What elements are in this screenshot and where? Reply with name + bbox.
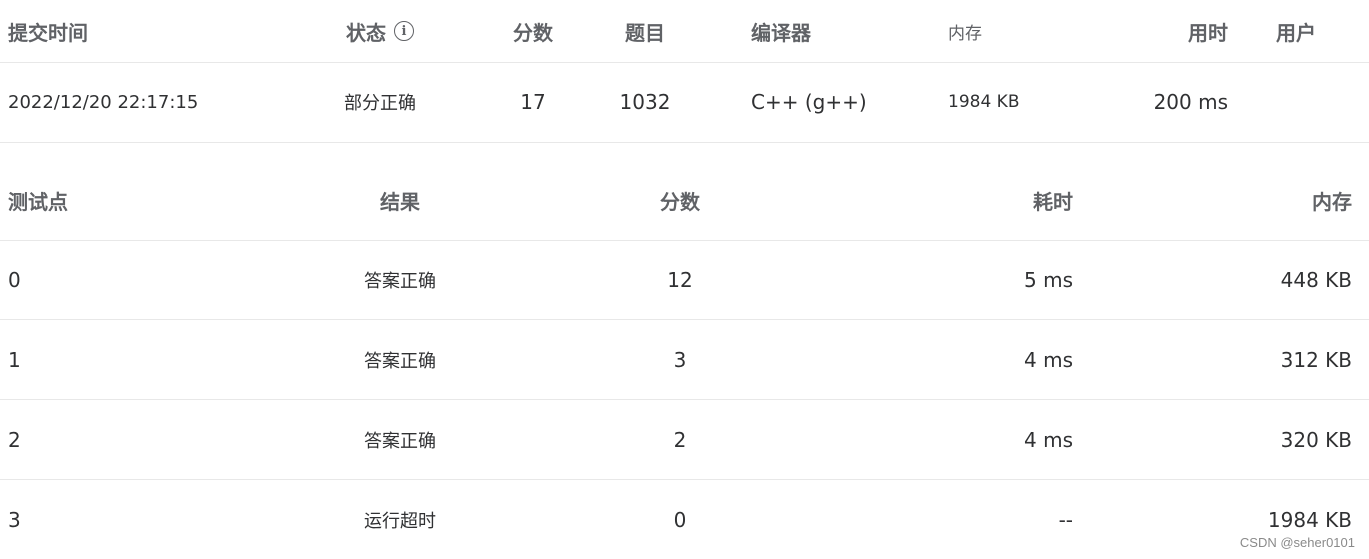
header-score: 分数 (513, 20, 553, 45)
header-time-used: 用时 (1188, 20, 1228, 45)
header-problem: 题目 (625, 20, 665, 45)
testcase-result: 答案正确 (364, 350, 436, 372)
testcase-result: 答案正确 (364, 270, 436, 292)
header-compiler: 编译器 (751, 20, 811, 45)
testcase-score: 2 (673, 427, 687, 452)
testcase-id: 1 (8, 347, 21, 372)
testcase-result: 答案正确 (364, 430, 436, 452)
header-status: 状态 i (300, 0, 460, 62)
status-badge: 部分正确 (344, 93, 416, 114)
submission-header-row: 提交时间 状态 i 分数 题目 编译器 内存 用时 用户 (0, 0, 1369, 63)
testcase-time: -- (1058, 507, 1073, 532)
watermark: CSDN @seher0101 (1239, 535, 1355, 550)
testcase-score: 12 (667, 267, 693, 292)
testcase-time: 5 ms (1024, 267, 1073, 292)
header-tc-memory: 内存 (1312, 190, 1352, 214)
time-used-value: 200 ms (1153, 90, 1228, 114)
memory-value: 1984 KB (948, 92, 1020, 112)
testcase-header-row: 测试点 结果 分数 耗时 内存 (0, 161, 1369, 241)
header-result: 结果 (380, 190, 420, 214)
compiler-value: C++ (g++) (751, 90, 867, 114)
testcase-time: 4 ms (1024, 427, 1073, 452)
header-memory: 内存 (948, 23, 982, 44)
testcase-memory: 312 KB (1280, 347, 1352, 372)
testcase-score: 0 (673, 507, 687, 532)
testcase-result: 运行超时 (364, 510, 436, 532)
header-status-label: 状态 (346, 20, 386, 45)
testcase-time: 4 ms (1024, 347, 1073, 372)
testcase-id: 0 (8, 267, 21, 292)
testcase-score: 3 (673, 347, 687, 372)
header-testcase: 测试点 (8, 190, 68, 214)
testcase-id: 2 (8, 427, 21, 452)
submission-row: 2022/12/20 22:17:15 部分正确 17 1032 C++ (g+… (0, 62, 1369, 143)
header-user: 用户 (1276, 20, 1316, 45)
header-submit-time: 提交时间 (8, 20, 88, 45)
testcase-memory: 320 KB (1280, 427, 1352, 452)
submit-time: 2022/12/20 22:17:15 (8, 91, 199, 113)
table-row: 1 答案正确 3 4 ms 312 KB (0, 320, 1369, 400)
table-row: 3 运行超时 0 -- 1984 KB (0, 480, 1369, 559)
problem-link[interactable]: 1032 (605, 62, 685, 142)
user-value (1276, 62, 1356, 142)
info-icon[interactable]: i (394, 21, 414, 41)
table-row: 2 答案正确 2 4 ms 320 KB (0, 400, 1369, 480)
submission-score: 17 (520, 90, 546, 114)
header-tc-score: 分数 (660, 190, 700, 214)
testcase-id: 3 (8, 507, 21, 532)
testcase-memory: 448 KB (1280, 267, 1352, 292)
table-row: 0 答案正确 12 5 ms 448 KB (0, 240, 1369, 320)
header-tc-time: 耗时 (1033, 190, 1073, 214)
